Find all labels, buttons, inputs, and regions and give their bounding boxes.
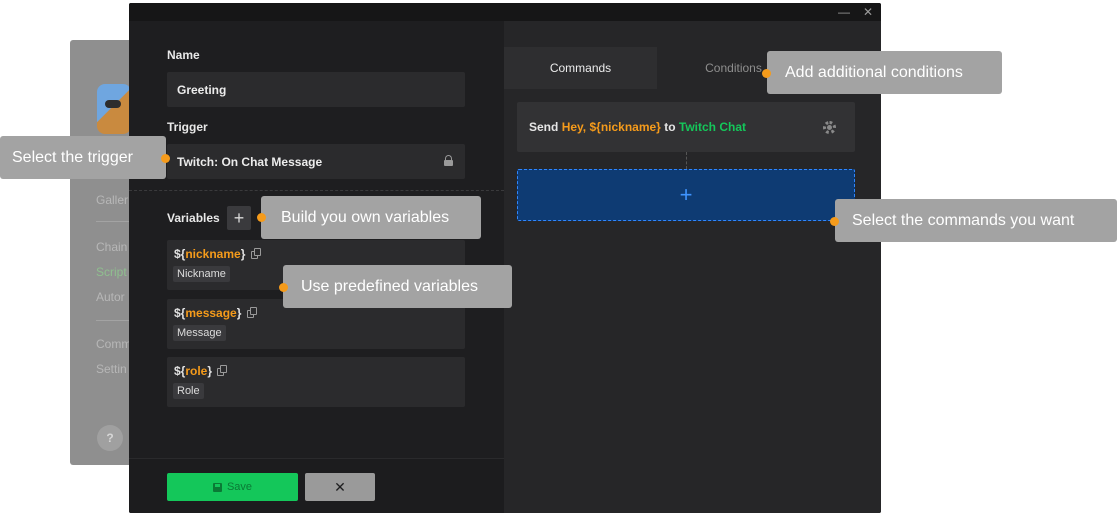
command-to: to	[664, 120, 676, 134]
command-target: Twitch Chat	[678, 120, 746, 134]
nav-item-chains[interactable]: Chain	[96, 240, 127, 254]
help-button[interactable]: ?	[97, 425, 123, 451]
footer: Save ✕	[129, 458, 504, 513]
save-label: Save	[226, 481, 253, 493]
command-card[interactable]: Send Hey, ${nickname} to Twitch Chat	[517, 102, 855, 152]
callout-dot	[762, 69, 771, 78]
add-variable-button[interactable]: +	[227, 206, 251, 230]
callout-commands: Select the commands you want	[835, 199, 1117, 242]
nav-item-settings[interactable]: Settin	[96, 362, 127, 376]
nav-item-automations[interactable]: Autor	[96, 290, 125, 304]
callout-dot	[257, 213, 266, 222]
actions-pane: Commands Conditions Send Hey, ${nickname…	[504, 21, 881, 513]
copy-icon[interactable]	[251, 248, 262, 260]
name-field[interactable]: Greeting	[167, 72, 465, 107]
callout-predefined-variables: Use predefined variables	[283, 265, 512, 308]
variable-token: ${role}	[174, 364, 213, 378]
connector-line	[686, 152, 687, 169]
trigger-field[interactable]: Twitch: On Chat Message	[167, 144, 465, 179]
save-button[interactable]: Save	[167, 473, 298, 501]
name-label: Name	[167, 48, 200, 62]
floppy-icon	[212, 482, 222, 492]
close-window-button[interactable]: ✕	[857, 3, 879, 21]
copy-icon[interactable]	[247, 307, 258, 319]
variable-token: ${message}	[174, 306, 242, 320]
tab-commands[interactable]: Commands	[504, 47, 657, 89]
callout-conditions: Add additional conditions	[767, 51, 1002, 94]
variables-label: Variables	[167, 211, 220, 225]
nav-item-scripts[interactable]: Script	[96, 265, 127, 279]
app-avatar	[97, 84, 131, 134]
lock-icon	[444, 155, 453, 166]
callout-dot	[279, 283, 288, 292]
trigger-label: Trigger	[167, 120, 208, 134]
minimize-button[interactable]: —	[833, 3, 855, 21]
command-verb: Send	[529, 120, 559, 134]
trigger-value: Twitch: On Chat Message	[177, 154, 323, 169]
nav-item-gallery[interactable]: Galler	[96, 193, 128, 207]
callout-trigger: Select the trigger	[0, 136, 166, 179]
callout-variables: Build you own variables	[261, 196, 481, 239]
variable-description: Nickname	[173, 266, 230, 282]
variable-description: Role	[173, 383, 204, 399]
add-command-dropzone[interactable]: +	[517, 169, 855, 221]
callout-dot	[830, 217, 839, 226]
gear-icon[interactable]	[823, 121, 836, 134]
section-divider	[129, 190, 504, 191]
copy-icon[interactable]	[217, 365, 228, 377]
variable-token: ${nickname}	[174, 247, 246, 261]
nav-item-commands[interactable]: Comm	[96, 337, 131, 351]
callout-dot	[161, 154, 170, 163]
title-bar: — ✕	[129, 3, 881, 21]
command-message: Hey, ${nickname}	[561, 120, 661, 134]
variable-description: Message	[173, 325, 226, 341]
cancel-button[interactable]: ✕	[305, 473, 375, 501]
variable-card[interactable]: ${role} Role	[167, 357, 465, 407]
